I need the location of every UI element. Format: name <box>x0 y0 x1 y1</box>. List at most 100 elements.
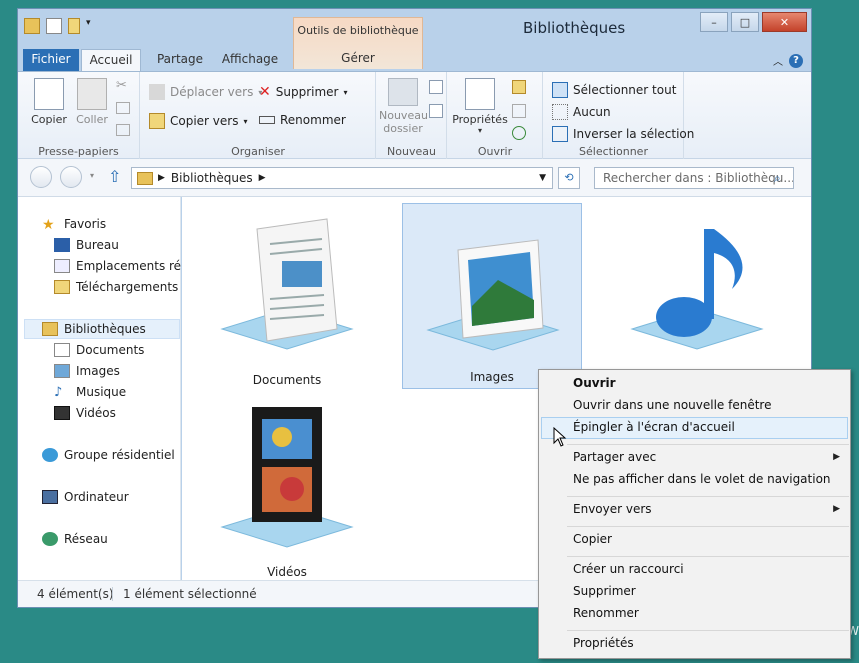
menu-share-with[interactable]: Partager avec <box>573 450 656 464</box>
open-icon[interactable] <box>512 80 526 94</box>
library-music[interactable] <box>607 205 787 391</box>
menu-create-shortcut[interactable]: Créer un raccourci <box>573 562 684 576</box>
maximize-icon: □ <box>739 15 751 29</box>
menu-properties[interactable]: Propriétés <box>573 636 634 650</box>
music-icon: ♪ <box>54 385 63 399</box>
menu-delete[interactable]: Supprimer <box>573 584 636 598</box>
menu-send-to[interactable]: Envoyer vers <box>573 502 652 516</box>
status-item-count: 4 élément(s) <box>37 587 114 601</box>
nav-network[interactable]: Réseau <box>42 532 108 546</box>
nav-homegroup[interactable]: Groupe résidentiel <box>42 448 175 462</box>
window-title: Bibliothèques <box>523 19 626 37</box>
move-to-button[interactable]: Déplacer vers ▾ <box>149 84 262 100</box>
folder-icon[interactable] <box>24 18 40 34</box>
refresh-icon: ⟲ <box>564 171 574 184</box>
ribbon-collapse-icon[interactable]: ︿ <box>773 53 783 68</box>
copy-button[interactable]: Copier <box>28 78 70 126</box>
menu-pin-start[interactable]: Épingler à l'écran d'accueil <box>573 420 735 434</box>
close-icon: ✕ <box>779 15 790 29</box>
cut-icon[interactable]: ✂ <box>116 78 127 93</box>
tab-share[interactable]: Partage <box>150 49 210 71</box>
nav-desktop[interactable]: Bureau <box>54 238 181 252</box>
minimize-button[interactable]: – <box>700 12 728 32</box>
move-to-icon <box>149 84 165 100</box>
recent-locations-icon[interactable]: ▾ <box>90 171 94 180</box>
close-button[interactable]: ✕ <box>762 12 807 32</box>
library-images[interactable]: Images <box>402 203 582 389</box>
desktop-icon <box>54 238 70 252</box>
properties-check-icon <box>465 78 495 110</box>
address-row: ▾ ⇧ ▶ Bibliothèques ▶ ▼ ⟲ Rechercher dan… <box>18 159 811 197</box>
new-folder-icon <box>388 78 418 106</box>
history-icon[interactable] <box>512 126 526 140</box>
invert-selection-icon <box>552 126 568 142</box>
library-documents[interactable]: Documents <box>197 205 377 391</box>
back-button[interactable] <box>30 166 52 188</box>
address-bar[interactable]: ▶ Bibliothèques ▶ ▼ <box>131 167 553 189</box>
videos-library-icon <box>220 407 354 548</box>
nav-images[interactable]: Images <box>54 364 120 378</box>
documents-icon <box>54 343 70 357</box>
navigation-pane: ★Favoris Bureau Emplacements récents Tél… <box>18 197 181 580</box>
contextual-tab-title: Outils de bibliothèque <box>297 24 419 37</box>
downloads-icon <box>54 280 70 294</box>
rename-icon <box>259 116 275 124</box>
nav-computer[interactable]: Ordinateur <box>42 490 129 504</box>
copy-path-icon[interactable] <box>116 102 130 114</box>
menu-open-new-window[interactable]: Ouvrir dans une nouvelle fenêtre <box>573 398 771 412</box>
edit-icon[interactable] <box>512 104 526 118</box>
qat-dropdown-icon[interactable]: ▾ <box>86 18 94 34</box>
rename-button[interactable]: Renommer <box>259 113 346 127</box>
paste-shortcut-icon[interactable] <box>116 124 130 136</box>
select-none-button[interactable]: Aucun <box>552 104 611 120</box>
nav-videos[interactable]: Vidéos <box>54 406 116 420</box>
search-icon[interactable]: ⌕ <box>774 171 781 186</box>
library-videos[interactable]: Vidéos <box>197 397 377 583</box>
paste-button[interactable]: Coller <box>72 78 112 126</box>
breadcrumb-libraries[interactable]: Bibliothèques <box>171 171 253 185</box>
delete-icon: ✕ <box>259 84 271 100</box>
address-dropdown-icon[interactable]: ▼ <box>539 173 546 183</box>
forward-button[interactable] <box>60 166 82 188</box>
new-item-icon[interactable] <box>429 80 443 94</box>
nav-music[interactable]: ♪ Musique <box>54 385 126 399</box>
menu-hide-from-nav[interactable]: Ne pas afficher dans le volet de navigat… <box>573 472 831 486</box>
tab-file[interactable]: Fichier <box>23 49 79 71</box>
menu-copy[interactable]: Copier <box>573 532 612 546</box>
breadcrumb-chevron-icon[interactable]: ▶ <box>259 173 266 183</box>
menu-separator <box>567 630 849 631</box>
nav-documents[interactable]: Documents <box>54 343 144 357</box>
homegroup-icon <box>42 448 58 462</box>
maximize-button[interactable]: □ <box>731 12 759 32</box>
easy-access-icon[interactable] <box>429 104 443 118</box>
delete-button[interactable]: ✕ Supprimer ▾ <box>259 84 347 100</box>
refresh-button[interactable]: ⟲ <box>558 167 580 189</box>
menu-rename[interactable]: Renommer <box>573 606 639 620</box>
select-all-button[interactable]: Sélectionner tout <box>552 82 676 98</box>
search-input[interactable]: Rechercher dans : Bibliothèqu... <box>594 167 794 189</box>
tab-home[interactable]: Accueil <box>81 49 141 71</box>
menu-open[interactable]: Ouvrir <box>573 376 616 390</box>
group-clipboard: Copier Coller ✂ Presse-papiers <box>18 72 140 160</box>
copy-to-button[interactable]: Copier vers ▾ <box>149 113 248 129</box>
nav-libraries[interactable]: Bibliothèques <box>42 322 146 336</box>
libraries-icon <box>42 322 58 336</box>
new-folder-button[interactable]: Nouveau dossier <box>379 78 428 135</box>
library-videos-label: Vidéos <box>267 565 307 579</box>
invert-selection-button[interactable]: Inverser la sélection <box>552 126 694 142</box>
up-arrow-icon[interactable]: ⇧ <box>108 167 121 186</box>
paste-icon <box>77 78 107 110</box>
properties-icon[interactable] <box>46 18 62 34</box>
select-all-icon <box>552 82 568 98</box>
nav-recent-places[interactable]: Emplacements récents <box>54 259 181 273</box>
quick-access-toolbar: ▾ <box>24 18 94 34</box>
submenu-arrow-icon: ▶ <box>833 452 840 462</box>
group-label-select: Sélectionner <box>579 145 648 158</box>
new-folder-icon[interactable] <box>68 18 80 34</box>
help-icon[interactable]: ? <box>789 53 803 68</box>
properties-button[interactable]: Propriétés ▾ <box>450 78 510 135</box>
ribbon-tabs: Fichier Accueil Partage Affichage <box>18 49 811 71</box>
nav-downloads[interactable]: Téléchargements <box>54 280 181 294</box>
nav-favorites[interactable]: ★ Favoris <box>42 217 106 231</box>
tab-view[interactable]: Affichage <box>218 49 282 71</box>
